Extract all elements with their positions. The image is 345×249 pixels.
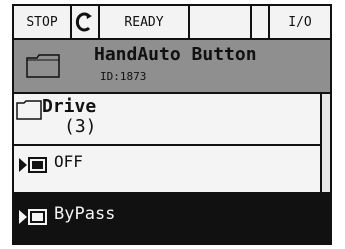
parameter-id: ID:1873 (100, 70, 147, 83)
page-title-bar: HandAuto Button ID:1873 (14, 40, 330, 92)
rotate-c-icon (72, 6, 98, 38)
status-bar: STOP READY I/O (14, 6, 330, 38)
list-item-off[interactable]: OFF (14, 146, 320, 192)
folder-icon (26, 54, 60, 83)
scrollbar[interactable] (322, 94, 330, 192)
list-item-drive[interactable]: Drive (3) (14, 94, 320, 144)
stop-status: STOP (14, 6, 70, 38)
list-item-bypass-selected[interactable]: ByPass (14, 194, 330, 243)
page-title: HandAuto Button (94, 44, 257, 65)
list-item-label: Drive (42, 96, 97, 117)
folder-icon (16, 100, 42, 125)
list-item-label: ByPass (54, 204, 116, 224)
parameter-icon (18, 156, 48, 179)
status-empty-cell (190, 6, 250, 38)
keypad-display: STOP READY I/O HandAuto Button ID:1873 D… (12, 4, 332, 245)
ready-status: READY (100, 6, 188, 38)
status-empty-cell (252, 6, 268, 38)
list-item-count: (3) (64, 116, 97, 137)
io-status: I/O (270, 6, 330, 38)
list-item-label: OFF (54, 152, 83, 171)
menu-list: Drive (3) OFF ByPass (14, 94, 330, 243)
parameter-icon (18, 208, 48, 231)
